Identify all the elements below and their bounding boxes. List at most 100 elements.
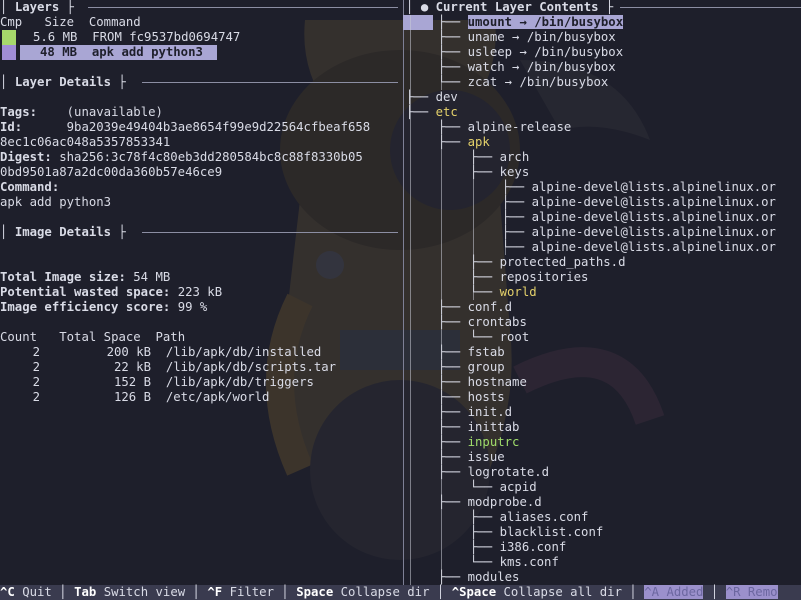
tree-row[interactable]: ├── logrotate.d (438, 465, 549, 480)
tree-row[interactable]: ├── etc (406, 105, 458, 120)
tree-branch-glyph: └── (470, 555, 500, 569)
shortcut-key: ^F (207, 585, 223, 599)
tree-guide-line (410, 15, 411, 585)
tree-row[interactable]: ├── group (438, 360, 505, 375)
layer-cmp-swatch (2, 30, 16, 45)
shortcut-switch-view[interactable]: Tab Switch view (74, 585, 185, 599)
cell-count: 2 (32, 375, 40, 389)
table-row[interactable]: 2 22 kB /lib/apk/db/scripts.tar (0, 360, 337, 375)
image-details-title: Image Details (14, 225, 112, 239)
contents-title-row: │ ● Current Layer Contents ├ (406, 0, 614, 14)
tree-row[interactable]: ├── dev (406, 90, 458, 105)
tree-row[interactable]: ├── repositories (470, 270, 588, 285)
tree-row[interactable]: ├── uname → /bin/busybox (438, 30, 616, 45)
shortcut-added[interactable]: ^A Added (644, 585, 704, 599)
tree-entry-name: init.d (467, 405, 513, 419)
tree-row[interactable]: ├── blacklist.conf (470, 525, 603, 540)
table-row[interactable]: 2 200 kB /lib/apk/db/installed (0, 345, 322, 360)
table-row[interactable]: 2 152 B /lib/apk/db/triggers (0, 375, 314, 390)
tree-row[interactable]: ├── protected_paths.d (470, 255, 625, 270)
shortcut-key: ^C (0, 585, 15, 599)
tree-entry-name: issue (467, 450, 505, 464)
tree-branch-glyph: ├── (470, 540, 500, 554)
tree-row[interactable]: └── kms.conf (470, 555, 559, 570)
command-value: apk add python3 (0, 195, 112, 209)
tree-branch-glyph: ├── (438, 345, 468, 359)
tree-row[interactable]: ├── alpine-devel@lists.alpinelinux.or (502, 210, 776, 225)
tree-row[interactable]: ├── alpine-devel@lists.alpinelinux.or (502, 195, 776, 210)
shortcut-separator: │ (429, 585, 452, 599)
th-path: Path (155, 330, 186, 344)
shortcut-filter[interactable]: ^F Filter (207, 585, 274, 599)
tree-row[interactable]: ├── alpine-release (438, 120, 571, 135)
id-value-2: 8ec1c06ac048a5357853341 (0, 135, 171, 149)
cell-space: 126 B (113, 390, 151, 404)
tree-entry-name: logrotate.d (467, 465, 550, 479)
tree-row[interactable]: ├── fstab (438, 345, 505, 360)
shortcut-collapse-all-dir[interactable]: ^Space Collapse all dir (452, 585, 622, 599)
tree-row[interactable]: ├── alpine-devel@lists.alpinelinux.or (502, 225, 776, 240)
tree-row[interactable]: └── alpine-devel@lists.alpinelinux.or (502, 240, 776, 255)
tree-row[interactable]: ├── alpine-devel@lists.alpinelinux.or (502, 180, 776, 195)
tree-row[interactable]: ├── init.d (438, 405, 512, 420)
tree-entry-name: zcat → /bin/busybox (467, 75, 609, 89)
tree-branch-glyph: ├── (438, 390, 468, 404)
shortcut-key: ^R (725, 585, 741, 599)
layer-cmp-swatch (2, 45, 16, 60)
shortcut-remo[interactable]: ^R Remo (725, 585, 778, 599)
shortcut-label: Switch view (103, 585, 186, 599)
tree-entry-name: group (467, 360, 505, 374)
tree-branch-glyph: ├── (438, 300, 468, 314)
tree-row[interactable]: └── world (470, 285, 537, 300)
tree-row[interactable]: ├── usleep → /bin/busybox (438, 45, 623, 60)
tree-entry-name: inputrc (467, 435, 520, 449)
shortcut-label: Added (666, 585, 704, 599)
tree-entry-name: root (499, 330, 530, 344)
tree-row[interactable]: ├── issue (438, 450, 505, 465)
tags-value: (unavailable) (66, 105, 163, 119)
tree-row[interactable]: └── acpid (470, 480, 537, 495)
tree-branch-glyph: └── (470, 285, 500, 299)
shortcut-collapse-dir[interactable]: Space Collapse dir (296, 585, 429, 599)
tree-row[interactable]: ├── aliases.conf (470, 510, 588, 525)
command-label: Command: (0, 180, 60, 194)
tree-row[interactable]: └── root (470, 330, 529, 345)
tree-entry-name: crontabs (467, 315, 527, 329)
tree-entry-name: dev (435, 90, 458, 104)
table-row[interactable]: 2 126 B /etc/apk/world (0, 390, 270, 405)
tree-row[interactable]: ├── i386.conf (470, 540, 566, 555)
tree-branch-glyph: ├── (470, 270, 500, 284)
tree-row[interactable]: ├── modprobe.d (438, 495, 542, 510)
efficiency-value: 99 % (177, 300, 208, 314)
cell-path: /lib/apk/db/triggers (165, 375, 314, 389)
cell-space: 152 B (113, 375, 151, 389)
shortcut-label: Collapse all dir (503, 585, 622, 599)
cell-count: 2 (32, 345, 40, 359)
shortcut-quit[interactable]: ^C Quit (0, 585, 52, 599)
image-details-rule (142, 232, 398, 233)
tree-row[interactable]: ├── inittab (438, 420, 519, 435)
tree-row[interactable]: ├── keys (470, 165, 529, 180)
layer-size: 5.6 MB (33, 30, 78, 44)
tree-row[interactable]: ├── hosts (438, 390, 505, 405)
tree-entry-name: modprobe.d (467, 495, 542, 509)
tree-row[interactable]: ├── hostname (438, 375, 527, 390)
tree-branch-glyph: └── (470, 330, 500, 344)
tree-row[interactable]: ├── crontabs (438, 315, 527, 330)
tree-branch-glyph: └── (470, 480, 500, 494)
tree-row[interactable]: ├── apk (438, 135, 490, 150)
tree-row[interactable]: └── zcat → /bin/busybox (438, 75, 608, 90)
tree-guide-line (473, 150, 474, 300)
tree-branch-glyph: ├── (438, 495, 468, 509)
tags-row: Tags: (unavailable) (0, 105, 163, 120)
tree-row[interactable]: ├── arch (470, 150, 529, 165)
tree-entry-name: acpid (499, 480, 537, 494)
tree-row[interactable]: ├── modules (438, 570, 519, 585)
tree-row[interactable]: ├── conf.d (438, 300, 512, 315)
shortcut-label: Filter (229, 585, 274, 599)
tree-row[interactable]: ├── watch → /bin/busybox (438, 60, 616, 75)
tree-row[interactable]: ├── umount → /bin/busybox (438, 15, 624, 30)
tree-entry-name: uname → /bin/busybox (467, 30, 616, 44)
cell-space: 200 kB (106, 345, 151, 359)
tree-row[interactable]: ├── inputrc (438, 435, 519, 450)
